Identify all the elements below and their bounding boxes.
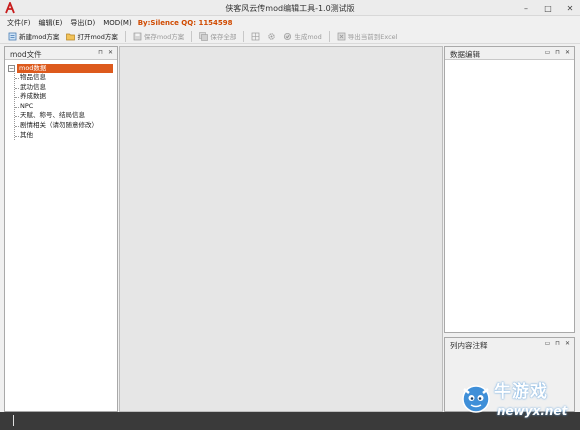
author-credit: By:Silence QQ: 1154598 [137,18,233,27]
panel-controls: ⊓ ✕ [98,49,113,56]
new-file-icon [8,32,17,40]
data-edit-panel: 数据编辑 ▭ ⊓ ✕ [444,46,575,333]
generate-mod-button[interactable]: 生成mod [281,30,323,43]
collapse-toggle-icon[interactable]: − [8,65,15,72]
pin-icon[interactable]: ⊓ [98,49,103,56]
panel-controls: ▭ ⊓ ✕ [545,49,570,56]
save-all-label: 保存全部 [210,33,237,41]
panel-header: mod文件 ⊓ ✕ [5,47,117,60]
tree-item-npc[interactable]: NPC [15,102,114,112]
title-bar: 侠客风云传mod编辑工具-1.0测试版 – □ ✕ [0,0,580,16]
watermark: 牛游戏 newyx.net [454,377,580,427]
open-folder-icon [66,33,76,40]
menu-export[interactable]: 导出(D) [70,18,95,28]
toolbar: 新建mod方案 打开mod方案 保存mod方案 保存全部 生成mod 导出当前到… [0,29,580,44]
export-excel-label: 导出当前到Excel [347,33,398,41]
tree-item-talents[interactable]: 天赋、称号、结局信息 [15,111,114,121]
open-mod-label: 打开mod方案 [77,33,118,41]
save-all-button[interactable]: 保存全部 [197,30,238,43]
tree-item-story[interactable]: 剧情相关（请勿随意修改） [15,121,114,131]
menu-bar: 文件(F) 编辑(E) 导出(D) MOD(M) By:Silence QQ: … [0,16,580,29]
pin-icon[interactable]: ⊓ [555,49,560,56]
panel-header: 数据编辑 ▭ ⊓ ✕ [445,47,574,60]
toolbar-separator [243,30,245,42]
panel-title: 列内容注释 [450,341,488,350]
save-all-icon [199,31,209,41]
window-controls: – □ ✕ [520,2,576,14]
tree-children: 物品信息 武功信息 养成数据 NPC 天赋、称号、结局信息 剧情相关（请勿随意修… [14,73,114,141]
new-mod-button[interactable]: 新建mod方案 [6,30,61,43]
tree-item-other[interactable]: 其他 [15,131,114,141]
excel-export-icon [337,32,346,40]
export-excel-button[interactable]: 导出当前到Excel [335,30,400,43]
window-title: 侠客风云传mod编辑工具-1.0测试版 [225,4,355,13]
table-tool-button[interactable] [249,30,262,43]
new-mod-label: 新建mod方案 [19,33,60,41]
generate-icon [284,32,292,40]
close-icon[interactable]: ✕ [565,340,570,347]
maximize-button[interactable]: □ [542,2,554,14]
close-icon[interactable]: ✕ [565,49,570,56]
main-workspace [119,46,443,412]
toolbar-separator [124,30,126,42]
gear-icon [268,32,276,40]
bull-mascot-icon [462,385,490,413]
menu-mod[interactable]: MOD(M) [103,19,131,27]
panel-title: 数据编辑 [450,50,480,59]
pin-icon[interactable]: ⊓ [555,340,560,347]
minimize-button[interactable]: – [520,2,532,14]
open-mod-button[interactable]: 打开mod方案 [64,30,119,43]
save-mod-button[interactable]: 保存mod方案 [131,30,186,43]
close-icon[interactable]: ✕ [108,49,113,56]
text-caret [13,415,14,426]
tree-item-nurture-data[interactable]: 养成数据 [15,92,114,102]
tree-item-items[interactable]: 物品信息 [15,73,114,83]
toolbar-separator [191,30,193,42]
panel-controls: ▭ ⊓ ✕ [545,340,570,347]
menu-edit[interactable]: 编辑(E) [39,18,63,28]
watermark-url: newyx.net [497,404,568,418]
float-icon[interactable]: ▭ [545,340,551,347]
mod-files-panel: mod文件 ⊓ ✕ − mod数据 物品信息 武功信息 养成数据 NPC 天赋、… [4,46,118,412]
mod-data-tree: − mod数据 物品信息 武功信息 养成数据 NPC 天赋、称号、结局信息 剧情… [5,60,117,144]
float-icon[interactable]: ▭ [545,49,551,56]
panel-header: 列内容注释 ▭ ⊓ ✕ [445,338,574,351]
menu-file[interactable]: 文件(F) [7,18,31,28]
toolbar-separator [328,30,330,42]
save-mod-label: 保存mod方案 [143,33,185,41]
tree-root-node[interactable]: − mod数据 [8,64,114,73]
panel-title: mod文件 [10,50,42,59]
watermark-text: 牛游戏 [494,382,548,402]
tree-item-martial-arts[interactable]: 武功信息 [15,83,114,93]
save-disk-icon [133,32,142,40]
table-grid-icon [251,32,260,40]
generate-mod-label: 生成mod [294,33,322,41]
settings-tool-button[interactable] [265,30,278,43]
tree-root-label[interactable]: mod数据 [17,64,113,73]
close-window-button[interactable]: ✕ [564,2,576,14]
